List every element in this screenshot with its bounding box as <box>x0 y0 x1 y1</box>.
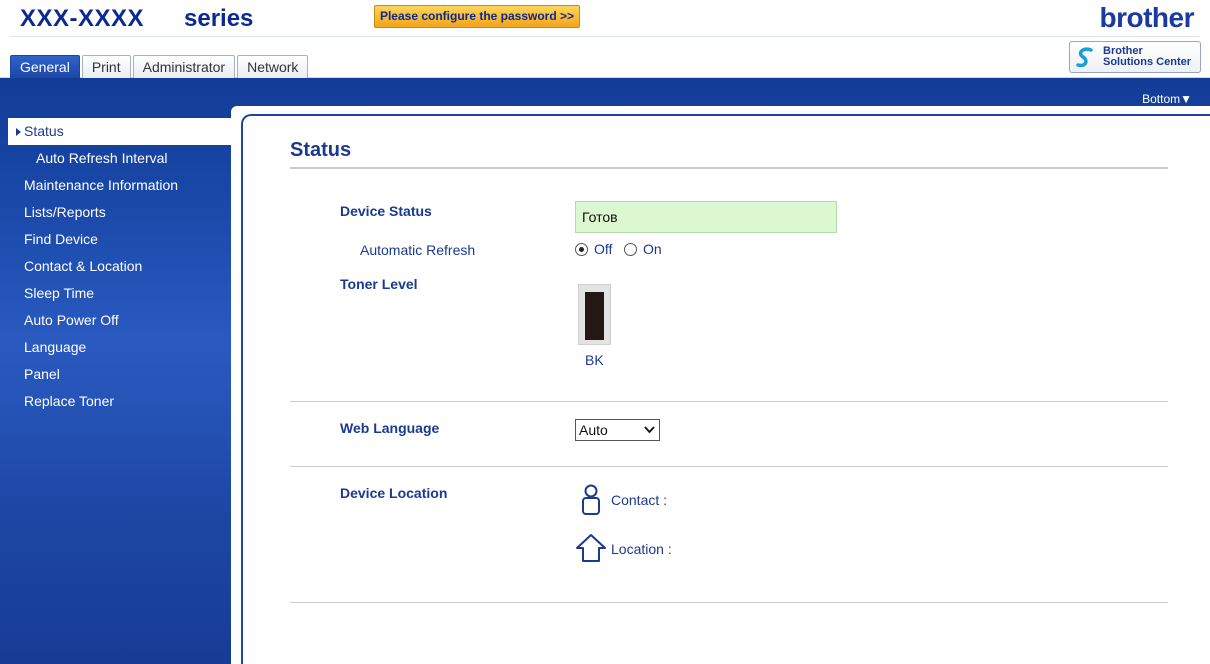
person-icon <box>582 484 600 515</box>
series-label: series <box>184 5 254 32</box>
sidebar-item-auto-refresh-interval[interactable]: Auto Refresh Interval <box>0 145 231 172</box>
chevron-down-icon <box>644 426 655 434</box>
toner-gauge-fill <box>585 292 604 340</box>
sidebar-item-language[interactable]: Language <box>0 334 231 361</box>
bottom-link[interactable]: Bottom▼ <box>1142 92 1192 106</box>
main-tabs: General Print Administrator Network <box>10 55 309 78</box>
tab-print[interactable]: Print <box>81 55 131 78</box>
home-icon <box>576 534 606 562</box>
tab-administrator[interactable]: Administrator <box>132 55 236 78</box>
device-status-value: Готов <box>575 201 837 233</box>
web-language-value: Auto <box>579 422 608 438</box>
solutions-center-icon <box>1076 47 1093 68</box>
model-name: XXX-XXXX <box>20 5 145 32</box>
header-divider <box>10 36 1200 37</box>
web-language-select[interactable]: Auto <box>575 419 660 441</box>
section-divider <box>290 602 1168 603</box>
device-location-label: Device Location <box>340 485 448 501</box>
page-title: Status <box>290 139 352 161</box>
device-status-label: Device Status <box>340 203 432 219</box>
auto-refresh-on-label: On <box>643 241 662 257</box>
section-divider <box>290 401 1168 402</box>
configure-password-button[interactable]: Please configure the password >> <box>374 5 580 28</box>
tab-network[interactable]: Network <box>237 55 309 78</box>
automatic-refresh-label: Automatic Refresh <box>360 242 476 258</box>
section-divider <box>290 466 1168 467</box>
header: XXX-XXXX series Please configure the pas… <box>0 0 1210 78</box>
sidebar-item-panel[interactable]: Panel <box>0 361 231 388</box>
toner-level-label: Toner Level <box>340 276 418 292</box>
sidebar-item-status[interactable]: Status <box>8 118 231 145</box>
toner-gauge <box>578 284 611 345</box>
contact-label: Contact : <box>611 492 668 508</box>
sidebar: Status Auto Refresh Interval Maintenance… <box>0 118 231 415</box>
auto-refresh-on-radio[interactable] <box>624 242 637 256</box>
sidebar-item-replace-toner[interactable]: Replace Toner <box>0 388 231 415</box>
sidebar-item-auto-power-off[interactable]: Auto Power Off <box>0 307 231 334</box>
sidebar-item-sleep-time[interactable]: Sleep Time <box>0 280 231 307</box>
main-panel <box>241 114 1210 664</box>
auto-refresh-on-option[interactable]: On <box>624 241 662 257</box>
auto-refresh-off-radio[interactable] <box>575 242 588 256</box>
sidebar-item-find-device[interactable]: Find Device <box>0 226 231 253</box>
solutions-center-label: Brother Solutions Center <box>1103 45 1192 68</box>
toner-color-label: BK <box>585 352 604 368</box>
title-divider <box>290 167 1168 169</box>
tab-general[interactable]: General <box>10 55 80 78</box>
web-language-label: Web Language <box>340 420 440 436</box>
sidebar-item-lists-reports[interactable]: Lists/Reports <box>0 199 231 226</box>
brother-logo: brother <box>1099 2 1195 33</box>
auto-refresh-off-option[interactable]: Off <box>575 241 612 257</box>
sidebar-item-maintenance-information[interactable]: Maintenance Information <box>0 172 231 199</box>
location-label: Location : <box>611 541 672 557</box>
auto-refresh-off-label: Off <box>594 241 613 257</box>
sidebar-item-contact-location[interactable]: Contact & Location <box>0 253 231 280</box>
solutions-center-button[interactable]: Brother Solutions Center <box>1069 41 1201 73</box>
